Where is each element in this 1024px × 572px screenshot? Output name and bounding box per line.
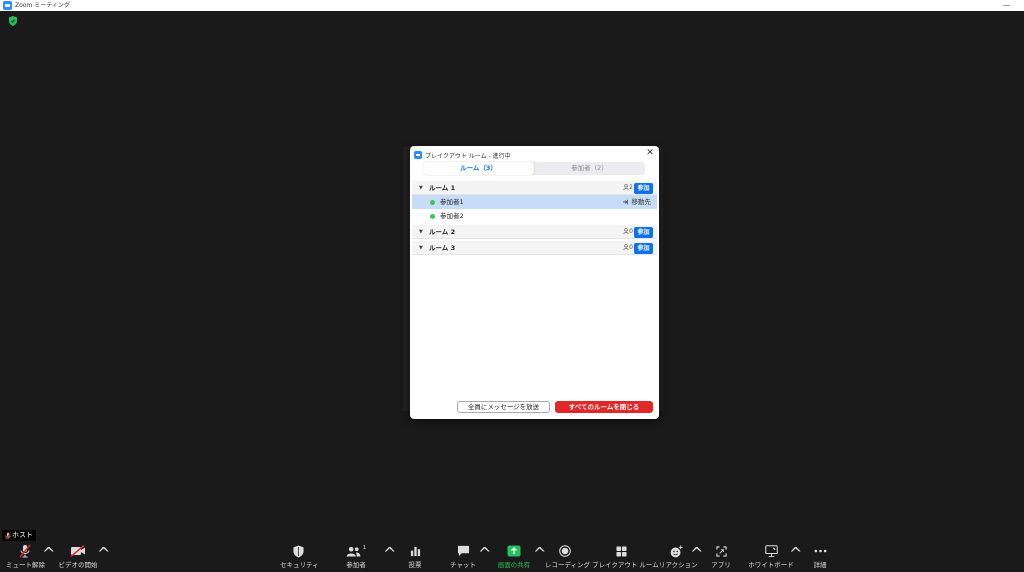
breakout-rooms-label: ブレイクアウト ルーム — [592, 561, 659, 569]
room-row-2[interactable]: ▼ ルーム 2 0 参加 — [412, 225, 657, 239]
chat-icon — [457, 545, 469, 557]
encryption-shield-icon[interactable] — [9, 16, 17, 26]
participant-count-value: 0 — [629, 228, 633, 235]
join-button[interactable]: 参加 — [634, 227, 653, 238]
security-label: セキュリティ — [280, 561, 319, 569]
breakout-rooms-button[interactable]: ブレイクアウト ルーム — [592, 544, 659, 570]
host-label: ホスト — [12, 531, 33, 539]
room-name: ルーム 3 — [429, 244, 456, 252]
join-button[interactable]: 参加 — [634, 183, 653, 194]
recording-button[interactable]: レコーディング — [545, 544, 591, 570]
record-icon — [559, 545, 571, 557]
reactions-options-caret-icon[interactable]: ^ — [690, 544, 703, 563]
tab-bar: ルーム（3） 参加者（2） — [423, 162, 645, 175]
breakout-rooms-icon — [615, 545, 627, 557]
expand-caret-icon[interactable]: ▼ — [419, 225, 423, 239]
zoom-app-icon — [3, 1, 12, 10]
participants-label: 参加者 — [346, 561, 366, 569]
room-name: ルーム 2 — [429, 228, 456, 236]
zoom-icon — [414, 151, 422, 159]
participant-count-value: 2 — [629, 184, 633, 191]
more-dots-icon — [814, 549, 826, 553]
broadcast-message-button[interactable]: 全員にメッセージを放送 — [457, 401, 550, 413]
meeting-toolbar: ミュート解除 ^ ビデオの開始 ^ セキュリティ 1 参加者 ^ 投票 チャット… — [0, 541, 1024, 572]
more-button[interactable]: 詳細 — [808, 544, 832, 570]
close-icon[interactable]: ✕ — [645, 148, 655, 158]
participants-count: 1 — [362, 544, 367, 551]
apps-icon — [715, 545, 727, 557]
room-row-3[interactable]: ▼ ルーム 3 0 参加 — [412, 241, 657, 255]
start-video-label: ビデオの開始 — [58, 561, 98, 569]
move-icon — [623, 199, 629, 205]
expand-caret-icon[interactable]: ▼ — [419, 181, 423, 195]
security-button[interactable]: セキュリティ — [280, 544, 319, 570]
room-row-1[interactable]: ▼ ルーム 1 2 参加 — [412, 181, 657, 195]
start-video-button[interactable]: ビデオの開始 — [57, 544, 99, 570]
room-name: ルーム 1 — [429, 184, 456, 192]
apps-button[interactable]: アプリ — [709, 544, 733, 570]
whiteboard-options-caret-icon[interactable]: ^ — [789, 544, 802, 563]
participant-count-value: 0 — [629, 244, 633, 251]
move-to-label: 移動先 — [631, 198, 652, 206]
tab-rooms[interactable]: ルーム（3） — [423, 162, 534, 175]
whiteboard-icon — [764, 545, 778, 557]
host-badge: ホスト — [2, 530, 36, 541]
participant-count: 2 — [623, 181, 633, 195]
window-titlebar: Zoom ミーティング — — [0, 0, 1024, 11]
share-screen-icon — [507, 545, 521, 557]
reactions-label: リアクション — [659, 561, 698, 569]
share-screen-label: 画面の共有 — [497, 561, 531, 569]
move-to-button[interactable]: 移動先 — [623, 195, 651, 209]
chat-label: チャット — [450, 561, 476, 569]
polls-button[interactable]: 投票 — [402, 544, 428, 570]
participant-name: 参加者2 — [440, 212, 464, 220]
participants-button[interactable]: 1 参加者 — [343, 544, 369, 570]
video-options-caret-icon[interactable]: ^ — [97, 544, 110, 563]
emoji-plus-icon — [670, 544, 683, 557]
expand-caret-icon[interactable]: ▼ — [419, 241, 423, 255]
join-button[interactable]: 参加 — [634, 243, 653, 254]
unmute-button[interactable]: ミュート解除 — [6, 544, 45, 570]
video-off-icon — [70, 545, 85, 557]
shield-icon — [292, 545, 304, 557]
participant-row[interactable]: 参加者2 — [412, 209, 657, 223]
reactions-button[interactable]: リアクション — [659, 544, 698, 570]
breakout-rooms-dialog: ブレイクアウト ルーム - 進行中 ✕ ルーム（3） 参加者（2） ▼ ルーム … — [410, 146, 659, 419]
muted-mic-icon — [19, 544, 31, 558]
participant-name: 参加者1 — [440, 198, 464, 206]
participants-icon — [346, 546, 361, 557]
polls-label: 投票 — [408, 561, 422, 569]
room-list: ▼ ルーム 1 2 参加 参加者1 移動先 参加者2 ▼ ルーム 2 0 参加 … — [412, 181, 657, 257]
whiteboard-label: ホワイトボード — [748, 561, 794, 569]
more-label: 詳細 — [813, 561, 827, 569]
unmute-label: ミュート解除 — [6, 561, 45, 569]
audio-options-caret-icon[interactable]: ^ — [42, 544, 55, 563]
apps-label: アプリ — [711, 561, 731, 569]
online-status-dot — [430, 214, 435, 219]
chat-options-caret-icon[interactable]: ^ — [478, 544, 491, 563]
dialog-titlebar: ブレイクアウト ルーム - 進行中 — [414, 150, 511, 160]
participant-count: 0 — [623, 241, 633, 255]
share-screen-button[interactable]: 画面の共有 — [495, 544, 533, 570]
online-status-dot — [430, 200, 435, 205]
bar-chart-icon — [410, 546, 420, 556]
participants-options-caret-icon[interactable]: ^ — [383, 544, 396, 563]
recording-label: レコーディング — [545, 561, 591, 569]
close-all-rooms-button[interactable]: すべてのルームを閉じる — [555, 401, 653, 413]
window-title: Zoom ミーティング — [15, 2, 70, 9]
minimize-button[interactable]: — — [1003, 0, 1010, 10]
dialog-title: ブレイクアウト ルーム - 進行中 — [425, 152, 511, 160]
whiteboard-button[interactable]: ホワイトボード — [748, 544, 794, 570]
muted-mic-icon — [5, 531, 11, 540]
participant-count: 0 — [623, 225, 633, 239]
participant-row[interactable]: 参加者1 移動先 — [412, 195, 657, 209]
tab-participants[interactable]: 参加者（2） — [534, 162, 645, 175]
chat-button[interactable]: チャット — [450, 544, 476, 570]
